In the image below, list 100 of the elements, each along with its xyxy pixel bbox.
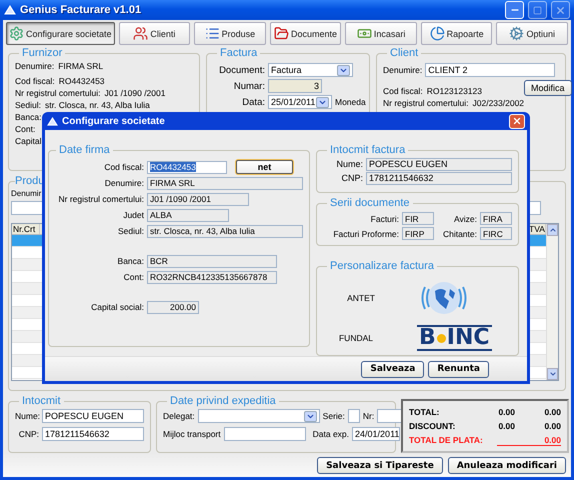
field-label: Denumire: (15, 61, 54, 71)
field-label: Capital (15, 136, 42, 146)
field-label: Nr: (362, 411, 374, 421)
panel-title: Serii documente (329, 197, 410, 209)
serie-field[interactable] (348, 409, 360, 423)
action-button[interactable]: Salveaza si Tipareste (317, 457, 443, 474)
toolbar-button[interactable]: Configurare societate (6, 22, 115, 45)
field-label: Document: (218, 64, 265, 76)
field-label: Mijloc transport (163, 429, 221, 439)
net-button[interactable]: net (236, 160, 293, 174)
transport-field[interactable] (224, 427, 306, 441)
dialog-button[interactable]: Salveaza (361, 360, 424, 378)
close-icon (512, 116, 522, 126)
text-field[interactable]: 200.00 (147, 300, 199, 314)
field-label: Cod fiscal: (383, 86, 423, 96)
total-value: 0.00 (497, 420, 515, 431)
panel-title: Intocmit factura (329, 144, 406, 156)
text-field[interactable]: J01 /1090 /2001 (147, 192, 249, 206)
field-label: Denumire: (104, 178, 144, 188)
text-field[interactable]: POPESCU EUGEN (42, 409, 144, 423)
field-label: Nume: (335, 159, 363, 169)
toolbar-button[interactable]: Produse (194, 22, 266, 45)
app-icon (47, 116, 58, 126)
nr-field[interactable] (377, 409, 404, 423)
logo: B INC (417, 325, 492, 351)
field-label: Banca: (15, 112, 42, 122)
text-field[interactable]: FIRA (480, 212, 512, 225)
field-label: Facturi: (370, 214, 399, 224)
field-label: CNP: (18, 429, 39, 439)
app-icon (4, 4, 16, 16)
antet-label: ANTET (346, 293, 375, 303)
text-field[interactable]: 1781211546632 (366, 172, 512, 184)
text-field[interactable]: ALBA (147, 208, 229, 222)
minimize-button[interactable] (505, 1, 524, 19)
date-picker[interactable]: 25/01/2011 (268, 95, 332, 109)
action-button[interactable]: Anuleaza modificari (448, 457, 566, 474)
field-label: Nr registrul comertului: (58, 194, 144, 204)
text-field[interactable]: BCR (147, 254, 277, 268)
scroll-up-button[interactable] (547, 224, 558, 236)
close-button[interactable] (509, 114, 525, 128)
chevron-down-icon (548, 370, 556, 378)
fundal-label: FUNDAL (338, 333, 373, 343)
field-label: Nume: (15, 411, 39, 421)
field-label: Facturi Proforme: (332, 228, 399, 238)
maximize-icon (533, 6, 542, 14)
toolbar-button[interactable]: Documente (270, 22, 342, 45)
field-value: RO4432453 (58, 76, 105, 86)
field-label: Denumire: (383, 65, 422, 75)
field-label: Cod fiscal: (103, 162, 144, 172)
field-label: Sediul: (117, 226, 144, 236)
toolbar-button[interactable]: Optiuni (496, 22, 568, 45)
total-value: 0.00 (543, 406, 561, 417)
total-label: DISCOUNT: (409, 420, 456, 431)
people-icon (133, 26, 148, 41)
dialog-button[interactable]: Renunta (428, 360, 489, 378)
text-field[interactable]: POPESCU EUGEN (366, 158, 512, 170)
delegat-select[interactable] (198, 409, 320, 423)
scrollbar[interactable] (546, 224, 558, 380)
total-label: TOTAL DE PLATA: (409, 435, 484, 446)
client-name-field[interactable]: CLIENT 2 (425, 63, 556, 77)
field-label: Banca: (116, 256, 144, 266)
panel-title: Factura (219, 47, 258, 59)
scroll-down-button[interactable] (547, 368, 558, 380)
toolbar-button[interactable]: Incasari (345, 22, 417, 45)
field-value: J01 /1090 /2001 (104, 88, 166, 98)
numar-field[interactable]: 3 (268, 79, 322, 93)
field-label: Moneda (335, 97, 366, 107)
chevron-up-icon (548, 226, 556, 234)
toolbar-button[interactable]: Rapoarte (420, 22, 492, 45)
maximize-button[interactable] (528, 1, 547, 19)
text-field[interactable]: FIR (402, 212, 434, 225)
text-field[interactable]: FIRC (480, 227, 512, 240)
modifica-button[interactable]: Modifica (524, 80, 572, 96)
field-label: Denumir (11, 189, 42, 198)
window-title: Genius Facturare v1.01 (20, 4, 142, 16)
date-field[interactable]: 24/01/2011 (352, 427, 400, 441)
field-label: Nr registrul comertului: (15, 88, 100, 98)
text-field[interactable]: 1781211546632 (42, 427, 144, 441)
field-label: Avize: (453, 214, 477, 224)
field-label: Cont: (122, 272, 144, 282)
document-select[interactable]: Factura (268, 63, 353, 77)
text-field[interactable]: RO4432453 (147, 160, 227, 174)
field-label: Cod fiscal: (15, 76, 55, 86)
field-label: Data exp. (312, 429, 350, 439)
text-field[interactable]: FIRP (402, 227, 434, 240)
field-label: Serie: (322, 411, 345, 421)
field-value: str. Closca, nr. 43, Alba Iulia (45, 100, 150, 110)
panel-title: Date firma (58, 144, 111, 156)
field-label: Capital social: (90, 302, 144, 312)
field-label: Sediul: (15, 100, 41, 110)
column-header: Nr.Crt (12, 224, 40, 234)
field-label: Delegat: (163, 411, 195, 421)
text-field[interactable]: str. Closca, nr. 43, Alba Iulia (147, 224, 303, 238)
folder-icon (274, 26, 289, 41)
field-label: CNP: (340, 173, 363, 183)
cog-icon (509, 26, 524, 41)
field-label: Chitante: (442, 228, 477, 238)
text-field[interactable]: FIRMA SRL (147, 176, 303, 190)
text-field[interactable]: RO32RNCB412335135667878 (147, 270, 277, 284)
toolbar-button[interactable]: Clienti (118, 22, 190, 45)
